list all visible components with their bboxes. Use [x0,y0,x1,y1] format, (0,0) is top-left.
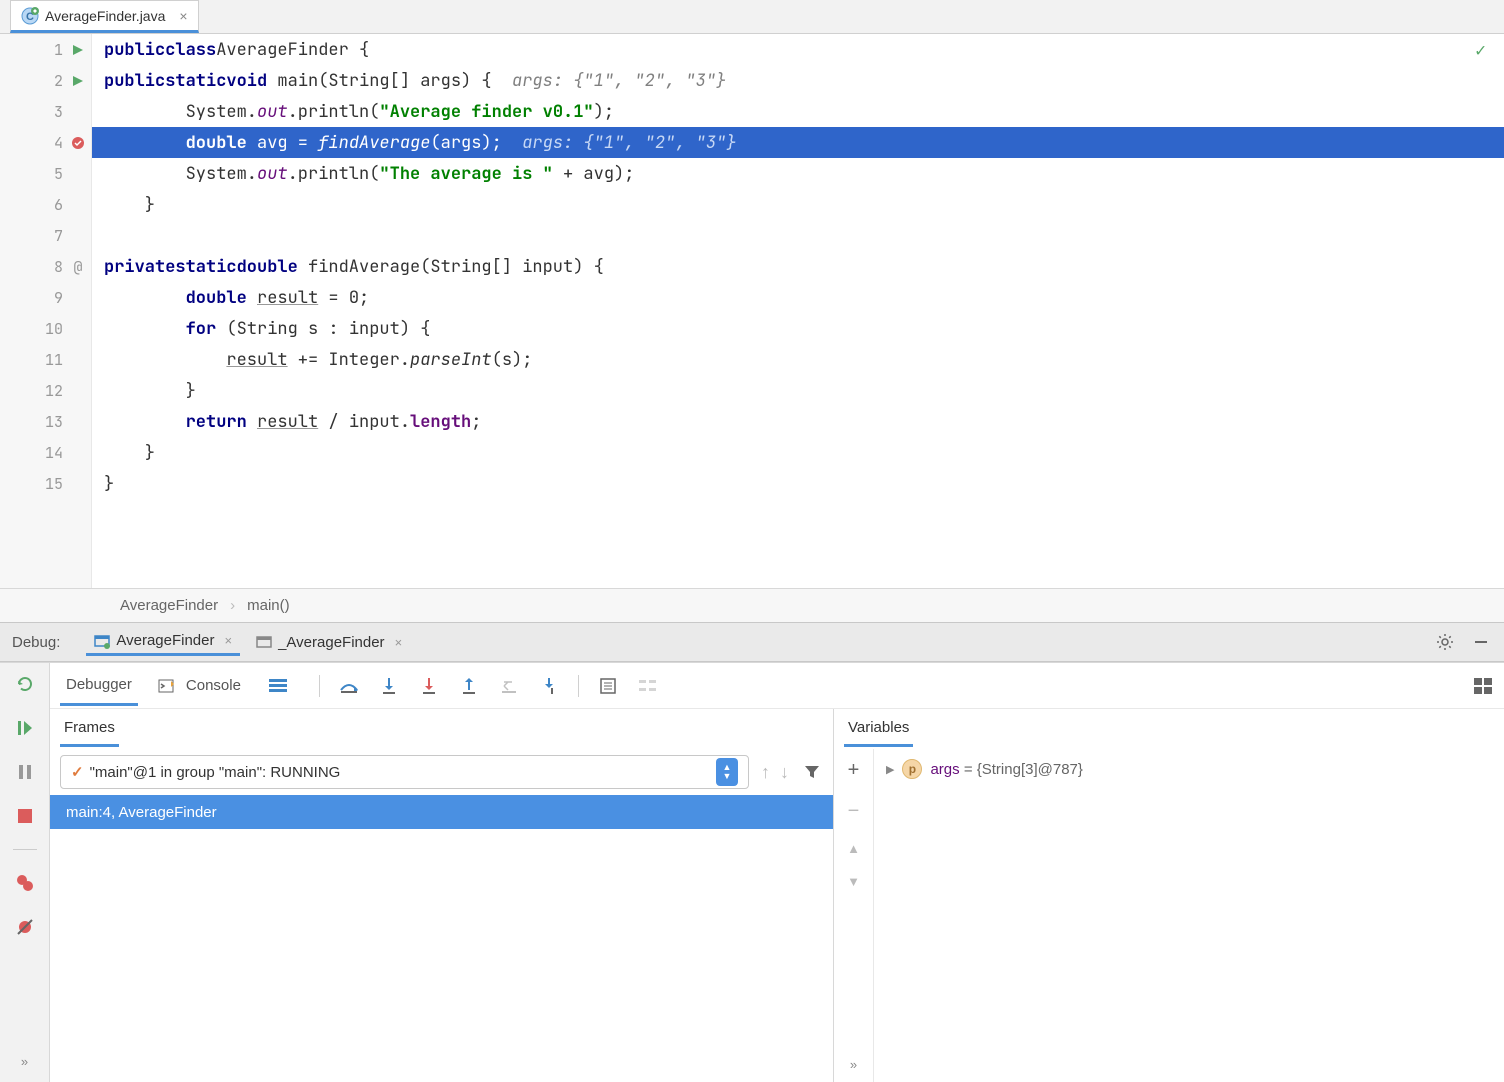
close-icon[interactable]: × [395,635,403,650]
move-up-icon[interactable]: ▲ [847,841,860,856]
breadcrumb: AverageFinder › main() [0,588,1504,622]
add-watch-icon[interactable]: + [848,759,860,782]
frames-title[interactable]: Frames [60,711,119,747]
variables-toolbar: + − ▲ ▼ » [834,749,874,1082]
threads-icon[interactable] [267,675,289,697]
more-icon[interactable]: » [850,1057,857,1072]
breakpoint-icon[interactable] [71,136,85,150]
run-gutter-icon[interactable] [71,74,85,88]
expand-icon[interactable]: ▶ [886,763,894,776]
application-icon [94,633,110,649]
view-breakpoints-icon[interactable] [14,872,36,894]
breadcrumb-class[interactable]: AverageFinder [120,597,218,614]
frame-list[interactable]: main:4, AverageFinder [50,795,833,1082]
debug-toolwindow: » Debugger Console [0,662,1504,1082]
chevron-right-icon: › [230,597,235,614]
resume-icon[interactable] [14,717,36,739]
check-icon: ✓ [71,763,84,781]
stack-frame[interactable]: main:4, AverageFinder [50,795,833,829]
debugger-tab[interactable]: Debugger [60,666,138,706]
debug-toolwindow-header: Debug: AverageFinder × _AverageFinder × [0,622,1504,662]
stop-icon[interactable] [14,805,36,827]
frames-panel: Frames ✓ "main"@1 in group "main": RUNNI… [50,709,834,1082]
code-area[interactable]: public class AverageFinder { public stat… [92,34,1504,588]
minimize-icon[interactable] [1470,631,1492,653]
rerun-icon[interactable] [14,673,36,695]
trace-icon[interactable] [637,675,659,697]
gear-icon[interactable] [1434,631,1456,653]
debug-session-tab[interactable]: AverageFinder × [86,628,240,656]
dropdown-stepper-icon[interactable]: ▲▼ [716,758,738,786]
step-out-icon[interactable] [458,675,480,697]
evaluate-icon[interactable] [597,675,619,697]
application-icon [256,634,272,650]
variables-title[interactable]: Variables [844,711,913,747]
mute-breakpoints-icon[interactable] [14,916,36,938]
more-icon[interactable]: » [14,1050,36,1072]
next-frame-icon[interactable]: ↓ [780,762,789,783]
filter-icon[interactable] [801,761,823,783]
parameter-badge-icon: p [902,759,922,779]
class-file-icon: C [21,7,39,25]
debug-label: Debug: [12,634,60,651]
run-gutter-icon[interactable] [71,43,85,57]
code-editor[interactable]: 1 2 3 4 5 6 7 8@ 9 10 11 12 13 14 15 pub… [0,34,1504,588]
layout-settings-icon[interactable] [1472,675,1494,697]
override-icon[interactable]: @ [71,260,85,274]
inspection-ok-icon[interactable]: ✓ [1475,39,1486,62]
move-down-icon[interactable]: ▼ [847,874,860,889]
gutter[interactable]: 1 2 3 4 5 6 7 8@ 9 10 11 12 13 14 15 [0,34,92,588]
variables-list[interactable]: ▶ p args = {String[3]@787} [874,749,1504,1082]
debug-left-toolbar: » [0,663,50,1082]
step-over-icon[interactable] [338,675,360,697]
thread-selector[interactable]: ✓ "main"@1 in group "main": RUNNING ▲▼ [60,755,749,789]
debug-tabs: Debugger Console [50,663,1504,709]
console-tab[interactable]: Console [158,667,247,704]
close-tab-icon[interactable]: × [179,8,187,24]
pause-icon[interactable] [14,761,36,783]
drop-frame-icon[interactable] [498,675,520,697]
debug-session-tab[interactable]: _AverageFinder × [248,630,410,655]
breadcrumb-method[interactable]: main() [247,597,290,614]
remove-watch-icon[interactable]: − [848,800,860,823]
variables-panel: Variables + − ▲ ▼ » ▶ p args = {String[3… [834,709,1504,1082]
run-to-cursor-icon[interactable] [538,675,560,697]
prev-frame-icon[interactable]: ↑ [761,762,770,783]
execution-line: double avg = findAverage(args); args: {"… [92,127,1504,158]
editor-tab-bar: C AverageFinder.java × [0,0,1504,34]
tab-filename: AverageFinder.java [45,8,165,24]
force-step-into-icon[interactable] [418,675,440,697]
editor-tab[interactable]: C AverageFinder.java × [10,0,199,33]
console-icon [158,678,174,694]
close-icon[interactable]: × [225,633,233,648]
variable-item[interactable]: ▶ p args = {String[3]@787} [886,759,1492,779]
step-into-icon[interactable] [378,675,400,697]
